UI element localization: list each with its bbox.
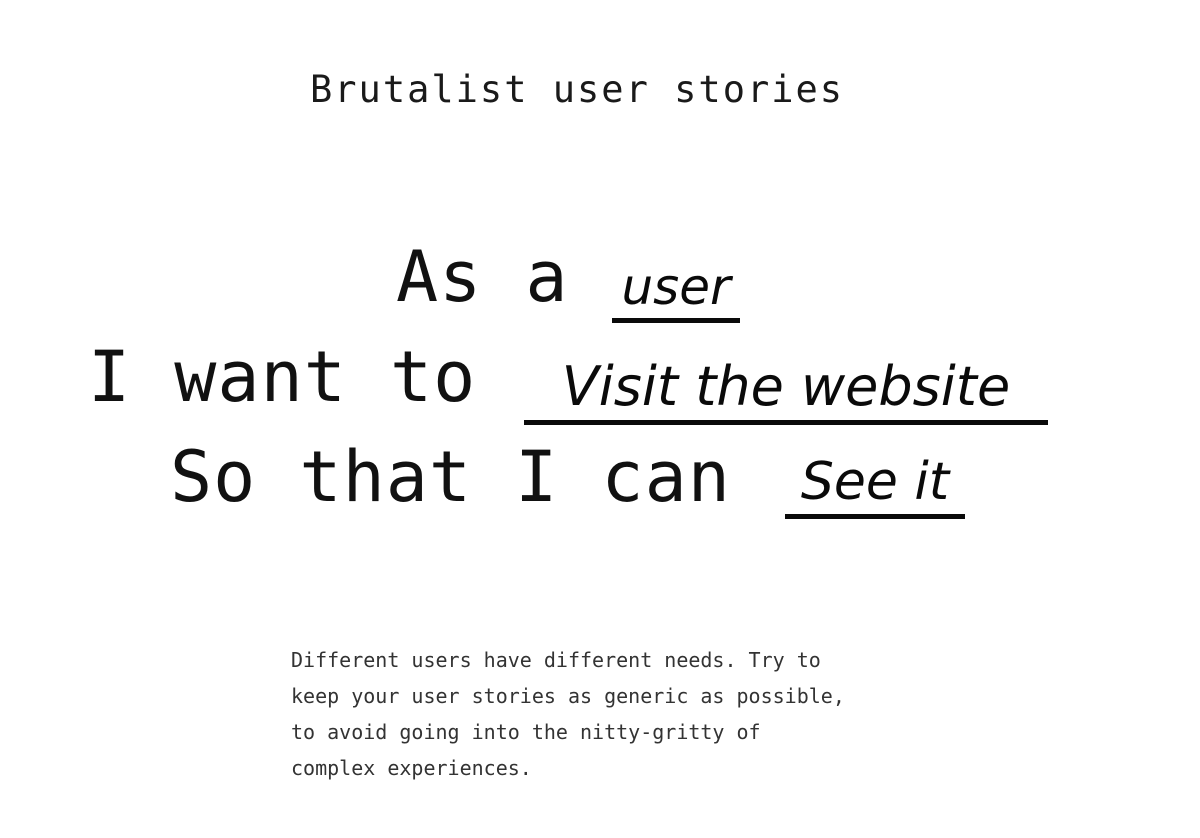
story-line-as-a: As a — [396, 236, 569, 318]
story-blank-role: user — [612, 262, 740, 323]
story-line-so-that: So that I can — [170, 436, 731, 518]
description-paragraph: Different users have different needs. Tr… — [291, 648, 845, 780]
user-story: As a user I want to Visit the website So… — [0, 0, 1200, 560]
story-blank-goal: Visit the website — [524, 360, 1048, 425]
story-line-i-want-to: I want to — [88, 336, 477, 418]
story-blank-benefit: See it — [785, 456, 965, 519]
